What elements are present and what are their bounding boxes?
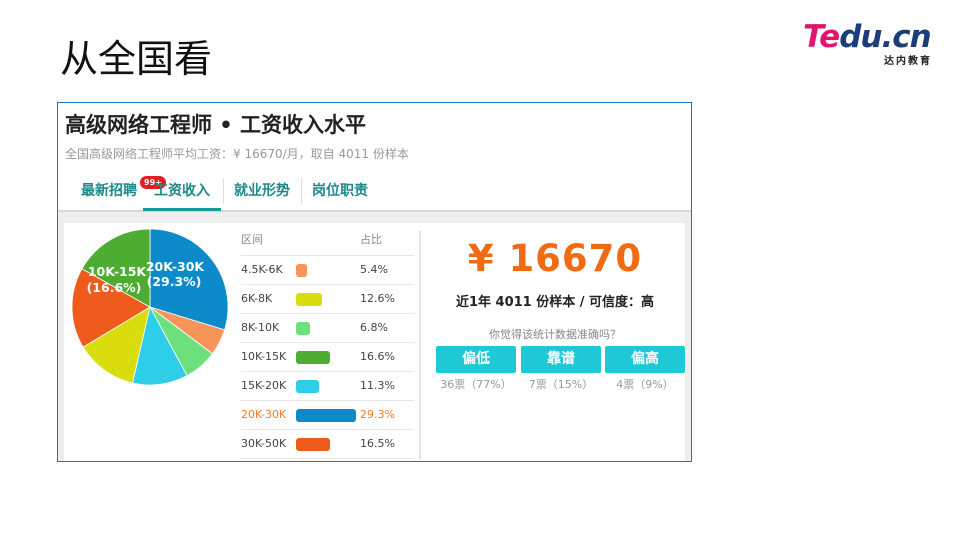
sample-info: 近1年 4011 份样本 / 可信度：高 bbox=[455, 295, 655, 310]
accuracy-question: 你觉得该统计数据准确吗？ bbox=[489, 328, 621, 341]
cell-percent: 6.8% bbox=[360, 321, 388, 334]
table-row: 4.5K-6K 5.4% bbox=[241, 256, 414, 285]
cell-percent: 11.3% bbox=[360, 379, 395, 392]
slide-title: 从全国看 bbox=[60, 37, 213, 81]
tab-label: 就业形势 bbox=[234, 183, 290, 199]
tab-duties[interactable]: 岗位职责 bbox=[302, 174, 378, 208]
logo-subtitle: 达内教育 bbox=[884, 56, 932, 67]
tab-label: 最新招聘 bbox=[81, 183, 137, 199]
tab-label: 岗位职责 bbox=[312, 183, 368, 199]
cell-range: 8K-10K bbox=[241, 321, 280, 334]
logo-part1: Te bbox=[803, 19, 840, 55]
percent-bar bbox=[296, 293, 322, 306]
job-title: 高级网络工程师 • 工资收入水平 bbox=[65, 113, 367, 137]
vote-low-button[interactable]: 偏低 bbox=[436, 346, 516, 373]
table-header: 区间 占比 bbox=[241, 225, 414, 256]
pie-label-20k-30k-pct: (29.3%) bbox=[147, 274, 202, 289]
logo-wordmark: Tedu.cn bbox=[803, 18, 932, 56]
vote-accurate-count: 7票（15%） bbox=[528, 378, 594, 391]
job-subtitle: 全国高级网络工程师平均工资：¥ 16670/月，取自 4011 份样本 bbox=[65, 147, 409, 161]
percent-bar bbox=[296, 409, 356, 422]
cell-percent: 29.3% bbox=[360, 408, 395, 421]
percent-bar bbox=[296, 264, 307, 277]
pie-label-10k-15k-pct: (16.6%) bbox=[87, 280, 142, 295]
table-row: 6K-8K 12.6% bbox=[241, 285, 414, 314]
cell-percent: 5.4% bbox=[360, 263, 388, 276]
vote-low-count: 36票（77%） bbox=[440, 378, 512, 391]
table-row: 20K-30K 29.3% bbox=[241, 401, 414, 430]
tab-label: 工资收入 bbox=[154, 183, 210, 199]
cell-percent: 16.6% bbox=[360, 350, 395, 363]
percent-bar bbox=[296, 351, 330, 364]
table-row: 10K-15K 16.6% bbox=[241, 343, 414, 372]
cell-range: 20K-30K bbox=[241, 408, 287, 421]
cell-percent: 16.5% bbox=[360, 437, 395, 450]
table-row: 30K-50K 16.5% bbox=[241, 430, 414, 459]
tedu-logo: Tedu.cn 达内教育 bbox=[803, 18, 938, 68]
table-row: 8K-10K 6.8% bbox=[241, 314, 414, 343]
salary-range-table: 区间 占比 4.5K-6K 5.4% 6K-8K 12.6% 8K-10K 6.8% 10K… bbox=[241, 225, 414, 459]
cell-range: 4.5K-6K bbox=[241, 263, 283, 276]
tab-bar: 最新招聘 99+ 工资收入 就业形势 岗位职责 bbox=[58, 174, 691, 212]
column-divider bbox=[419, 231, 421, 459]
header-range: 区间 bbox=[241, 233, 263, 246]
vote-high-button[interactable]: 偏高 bbox=[605, 346, 685, 373]
logo-part2: du.cn bbox=[839, 19, 931, 55]
cell-percent: 12.6% bbox=[360, 292, 395, 305]
pie-label-20k-30k-range: 20K-30K bbox=[146, 259, 206, 274]
vote-accurate-button[interactable]: 靠谱 bbox=[521, 346, 601, 373]
cell-range: 10K-15K bbox=[241, 350, 287, 363]
cell-range: 30K-50K bbox=[241, 437, 287, 450]
percent-bar bbox=[296, 380, 319, 393]
header-percent: 占比 bbox=[360, 233, 382, 246]
tab-salary[interactable]: 工资收入 bbox=[143, 174, 221, 211]
percent-bar bbox=[296, 322, 310, 335]
average-salary: ¥ 16670 bbox=[467, 237, 643, 280]
vote-high-count: 4票（9%） bbox=[616, 378, 674, 391]
salary-pie-chart: 20K-30K (29.3%) 10K-15K (16.6%) bbox=[71, 228, 229, 386]
tab-employment[interactable]: 就业形势 bbox=[224, 174, 300, 208]
table-row: 15K-20K 11.3% bbox=[241, 372, 414, 401]
cell-range: 15K-20K bbox=[241, 379, 287, 392]
salary-panel: 高级网络工程师 • 工资收入水平 全国高级网络工程师平均工资：¥ 16670/月… bbox=[57, 102, 692, 462]
cell-range: 6K-8K bbox=[241, 292, 273, 305]
tab-latest-jobs[interactable]: 最新招聘 99+ bbox=[70, 174, 166, 208]
percent-bar bbox=[296, 438, 330, 451]
pie-label-10k-15k-range: 10K-15K bbox=[88, 264, 148, 279]
